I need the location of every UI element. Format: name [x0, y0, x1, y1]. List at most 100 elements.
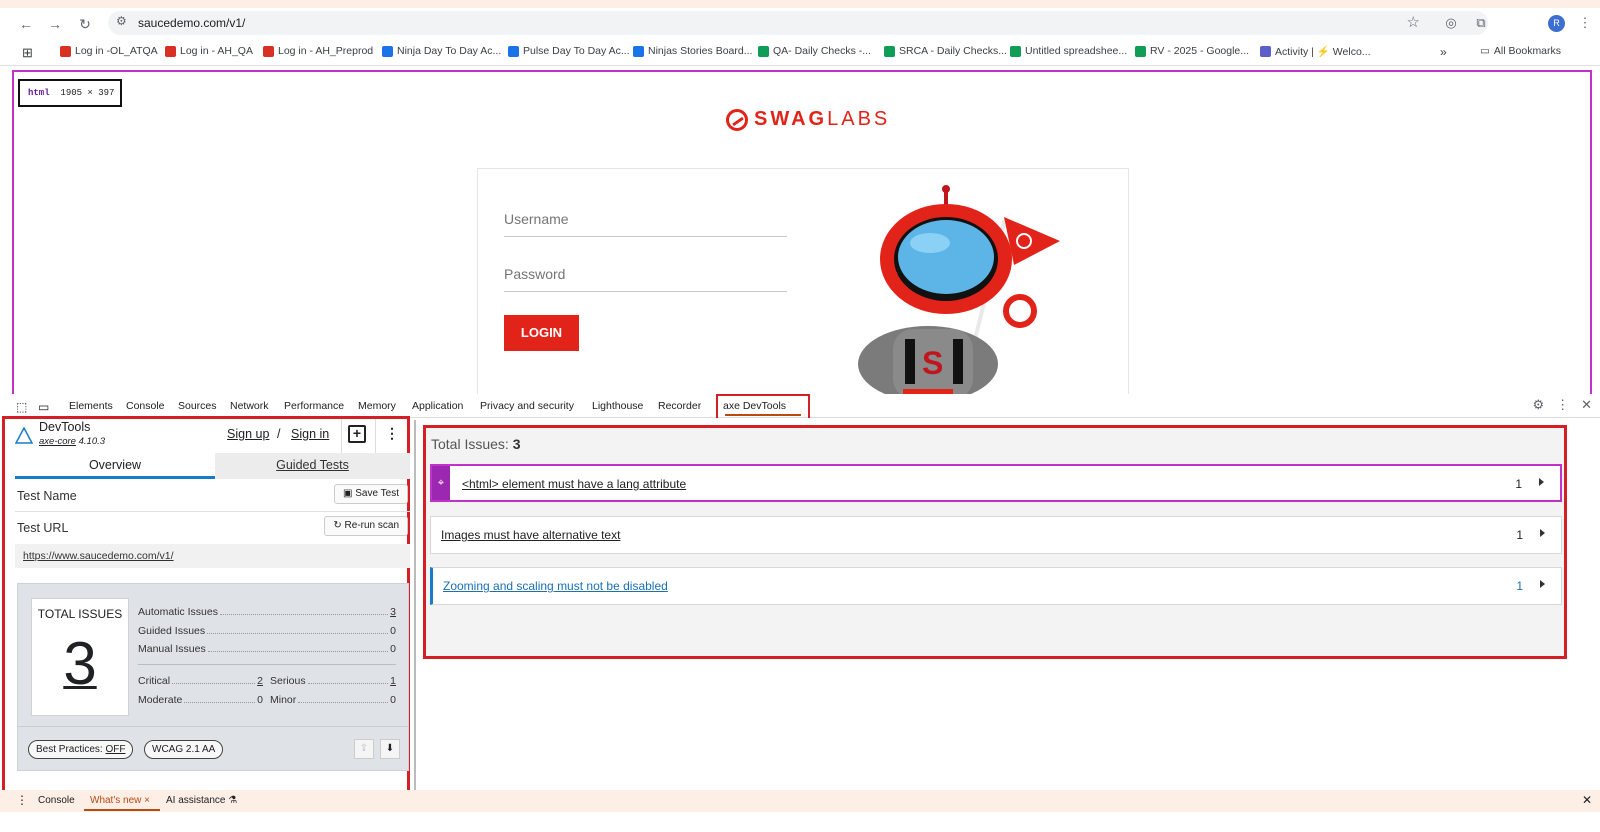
bookmark-2[interactable]: Log in - AH_Preprod [263, 45, 373, 57]
tab-application[interactable]: Application [412, 400, 463, 412]
manual-issues-stat: Manual Issues 0 [138, 643, 396, 655]
rerun-scan-button[interactable]: ↻ Re-run scan [324, 516, 408, 536]
rerun-icon: ↻ [333, 520, 342, 531]
bookmark-favicon-icon [263, 45, 274, 57]
login-button[interactable]: LOGIN [504, 315, 579, 351]
moderate-stat: Moderate 0 [138, 694, 263, 706]
tab-lighthouse[interactable]: Lighthouse [592, 400, 643, 412]
devtools-menu-icon[interactable]: ⋮ [1556, 397, 1569, 413]
total-issues-count[interactable]: 3 [32, 629, 128, 698]
tab-sources[interactable]: Sources [178, 400, 217, 412]
extensions-puzzle-icon[interactable]: ⧉ [1472, 14, 1490, 32]
address-url[interactable]: saucedemo.com/v1/ [138, 16, 245, 30]
drawer-menu-icon[interactable]: ⋮ [16, 793, 28, 807]
bookmark-star-icon[interactable]: ☆ [1407, 13, 1420, 31]
share-icon[interactable]: ⇪ [354, 739, 374, 759]
reload-icon[interactable]: ↻ [75, 14, 95, 34]
bookmark-4[interactable]: Pulse Day To Day Ac... [508, 45, 630, 57]
browser-menu-icon[interactable]: ⋮ [1576, 14, 1594, 32]
automatic-issues-stat: Automatic Issues 3 [138, 606, 396, 618]
back-arrow-icon[interactable]: ← [16, 14, 36, 34]
sign-up-link[interactable]: Sign up [227, 427, 269, 441]
tab-network[interactable]: Network [230, 400, 269, 412]
issue-row[interactable]: Images must have alternative text 1 [430, 516, 1562, 554]
bookmark-favicon-icon [508, 45, 519, 57]
tab-performance[interactable]: Performance [284, 400, 344, 412]
profile-avatar[interactable]: R [1548, 15, 1565, 32]
total-issues-card: TOTAL ISSUES 3 [31, 598, 129, 716]
bookmark-5[interactable]: Ninjas Stories Board... [633, 45, 752, 57]
drawer-tab-console[interactable]: Console [38, 795, 75, 806]
summary-bottom-divider [18, 726, 408, 727]
bookmark-1[interactable]: Log in - AH_QA [165, 45, 253, 57]
swag-labs-logo: SWAGLABS [726, 108, 890, 131]
robot-mascot-image: S [858, 185, 1060, 398]
login-card: LOGIN S [477, 168, 1129, 398]
close-drawer-icon[interactable]: ✕ [1582, 793, 1592, 807]
svg-text:S: S [922, 345, 943, 381]
issue-count: 1 [1516, 528, 1523, 542]
tab-elements[interactable]: Elements [69, 400, 113, 412]
tab-strip [0, 0, 1600, 8]
extension-icon[interactable]: ◎ [1442, 14, 1460, 32]
address-bar[interactable]: ⚙ saucedemo.com/v1/ ☆ [108, 11, 1488, 35]
minor-stat: Minor 0 [270, 694, 396, 706]
sign-in-link[interactable]: Sign in [291, 427, 329, 441]
close-icon[interactable]: ✕ [1581, 397, 1592, 413]
bookmark-3[interactable]: Ninja Day To Day Ac... [382, 45, 501, 57]
more-options-icon[interactable]: ⋮ [385, 425, 399, 442]
highlight-target-icon[interactable]: ⌖ [432, 466, 450, 500]
summary-divider [138, 664, 396, 665]
username-input[interactable] [504, 201, 787, 237]
issue-title[interactable]: Zooming and scaling must not be disabled [443, 579, 668, 593]
panel-resizer[interactable] [414, 420, 416, 790]
settings-gear-icon[interactable]: ⚙ [1532, 397, 1544, 413]
export-download-icon[interactable]: ⬇ [380, 739, 400, 759]
browser-toolbar: ← → ↻ ⚙ saucedemo.com/v1/ ☆ ◎ ⧉ R ⋮ [0, 8, 1600, 38]
bookmarks-bar: ⊞ Log in -OL_ATQA Log in - AH_QA Log in … [0, 40, 1600, 66]
all-bookmarks[interactable]: ▭ All Bookmarks [1480, 45, 1561, 57]
tab-guided-tests[interactable]: Guided Tests [215, 453, 410, 479]
axe-core-version: axe-core 4.10.3 [39, 436, 106, 447]
bookmark-10[interactable]: Activity | ⚡ Welco... [1260, 45, 1371, 58]
issues-summary: TOTAL ISSUES 3 Automatic Issues 3 Guided … [17, 583, 409, 771]
bookmark-7[interactable]: SRCA - Daily Checks... [884, 45, 1007, 57]
drawer-tab-ai-assistance[interactable]: AI assistance ⚗ [166, 795, 237, 806]
bookmark-9[interactable]: RV - 2025 - Google... [1135, 45, 1249, 57]
bookmark-8[interactable]: Untitled spreadshee... [1010, 45, 1127, 57]
bookmark-6[interactable]: QA- Daily Checks -... [758, 45, 871, 57]
expand-arrow-icon[interactable] [1539, 478, 1544, 486]
inspect-element-icon[interactable]: ⬚ [16, 400, 27, 414]
page-viewport: html 1905 × 397 SWAGLABS LOGIN S [12, 70, 1592, 400]
bookmark-favicon-icon [884, 45, 895, 57]
issue-title[interactable]: <html> element must have a lang attribut… [462, 477, 686, 491]
issues-list-panel: Total Issues: 3 ⌖ <html> element must ha… [423, 425, 1567, 659]
best-practices-toggle[interactable]: Best Practices: OFF [28, 740, 134, 759]
expand-arrow-icon[interactable] [1540, 529, 1545, 537]
tab-memory[interactable]: Memory [358, 400, 396, 412]
new-test-icon[interactable]: + [348, 425, 366, 443]
save-icon: ▣ [343, 488, 353, 499]
tab-console[interactable]: Console [126, 400, 165, 412]
issue-row[interactable]: ⌖ <html> element must have a lang attrib… [430, 464, 1562, 502]
more-bookmarks-icon[interactable]: » [1440, 45, 1447, 59]
tab-recorder[interactable]: Recorder [658, 400, 701, 412]
folder-icon: ▭ [1480, 45, 1490, 57]
bookmark-favicon-icon [1010, 45, 1021, 57]
bookmark-0[interactable]: Log in -OL_ATQA [60, 45, 158, 57]
issue-row[interactable]: Zooming and scaling must not be disabled… [430, 567, 1562, 605]
tab-privacy-security[interactable]: Privacy and security [480, 400, 574, 412]
drawer-tab-whats-new[interactable]: What's new × [90, 795, 150, 806]
issue-count: 1 [1515, 477, 1522, 491]
expand-arrow-icon[interactable] [1540, 580, 1545, 588]
password-input[interactable] [504, 256, 787, 292]
device-toolbar-icon[interactable]: ▭ [38, 400, 49, 414]
element-inspect-badge: html 1905 × 397 [18, 79, 122, 107]
forward-arrow-icon[interactable]: → [45, 14, 65, 34]
issue-title[interactable]: Images must have alternative text [441, 528, 620, 542]
site-info-icon[interactable]: ⚙ [116, 14, 127, 28]
wcag-level-selector[interactable]: WCAG 2.1 AA [144, 740, 224, 759]
save-test-button[interactable]: ▣ Save Test [334, 484, 408, 504]
tab-overview[interactable]: Overview [15, 453, 215, 479]
apps-grid-icon[interactable]: ⊞ [22, 45, 33, 61]
